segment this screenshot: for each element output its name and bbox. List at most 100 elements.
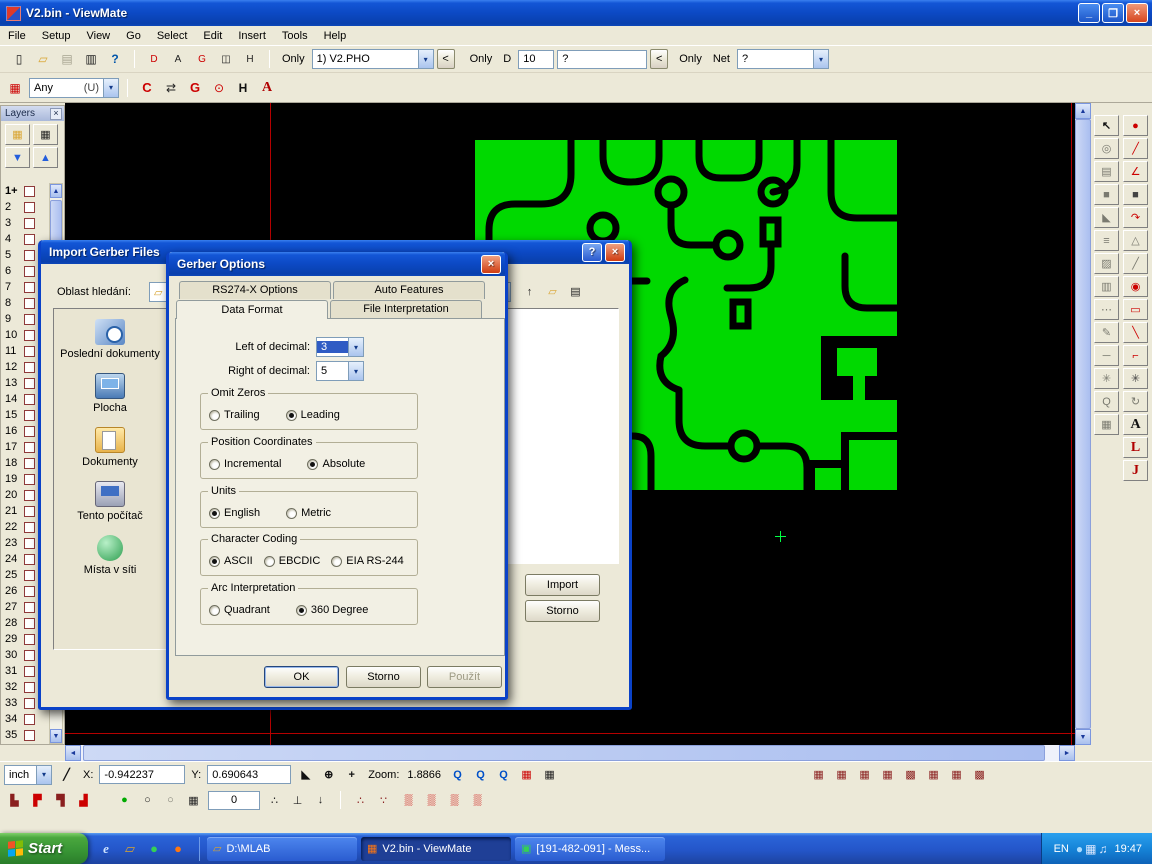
ie-icon[interactable]: e (96, 839, 116, 859)
layer-combo[interactable]: 1) V2.PHO ▾ (312, 49, 434, 69)
pattern-icon[interactable]: ▥ (1094, 276, 1119, 297)
menu-go[interactable]: Go (118, 28, 149, 44)
quick-folder-icon[interactable]: ▱ (120, 839, 140, 859)
views-icon[interactable]: ▤ (565, 282, 586, 301)
radio-english[interactable]: English (209, 507, 260, 519)
menu-setup[interactable]: Setup (34, 28, 79, 44)
zoom-circle-icon[interactable]: ◎ (1094, 138, 1119, 159)
letter-a-icon[interactable]: A (256, 77, 278, 98)
radio-button-icon[interactable] (209, 605, 220, 616)
dialog-close-button[interactable]: × (481, 255, 501, 274)
layer-color-swatch[interactable] (24, 282, 35, 293)
new-folder-icon[interactable]: ▱ (542, 282, 563, 301)
quad-2-icon[interactable]: ▛ (27, 791, 48, 810)
radio-360-degree[interactable]: 360 Degree (296, 604, 369, 616)
quad-1-icon[interactable]: ▙ (4, 791, 25, 810)
start-button[interactable]: Start (0, 833, 88, 864)
layer-color-swatch[interactable] (24, 714, 35, 725)
scroll-track[interactable] (1075, 119, 1091, 729)
tab-file-interpretation[interactable]: File Interpretation (330, 300, 482, 319)
only-dcode-toggle[interactable]: Only (470, 53, 493, 65)
menu-tools[interactable]: Tools (274, 28, 316, 44)
dashed-rect-icon[interactable]: ▭ (1123, 299, 1148, 320)
ruler-diag-icon[interactable]: ╱ (56, 765, 77, 784)
slope-icon[interactable]: ◣ (295, 765, 316, 784)
letter-c-icon[interactable]: C (136, 77, 158, 98)
layer-row-3[interactable]: 3 (1, 215, 49, 231)
filled-square-icon[interactable]: ■ (1123, 184, 1148, 205)
radio-button-icon[interactable] (286, 410, 297, 421)
segment-icon[interactable]: ╲ (1123, 322, 1148, 343)
layer-color-swatch[interactable] (24, 234, 35, 245)
radio-leading[interactable]: Leading (286, 409, 340, 421)
layer-color-swatch[interactable] (24, 442, 35, 453)
layers-panel-close-icon[interactable]: × (50, 108, 62, 120)
record-dot-icon[interactable]: ● (1123, 115, 1148, 136)
pencil-icon[interactable]: ✎ (1094, 322, 1119, 343)
cursor-icon[interactable]: ↖ (1094, 115, 1119, 136)
pad-grid-5-icon[interactable]: ▦ (923, 765, 944, 784)
import-button[interactable]: Import (525, 574, 600, 596)
layer-prev-button[interactable]: < (437, 49, 455, 69)
polyline-icon[interactable]: ⌐ (1123, 345, 1148, 366)
place-desktop[interactable]: Plocha (54, 373, 166, 414)
layer-color-swatch[interactable] (24, 250, 35, 261)
star-icon[interactable]: ✳ (1094, 368, 1119, 389)
menu-file[interactable]: File (0, 28, 34, 44)
layer-color-swatch[interactable] (24, 570, 35, 581)
layer-color-swatch[interactable] (24, 410, 35, 421)
storno-button[interactable]: Storno (346, 666, 421, 688)
anchor-down-icon[interactable]: ⊥ (287, 791, 308, 810)
traffic-light-icon[interactable]: ● (114, 791, 135, 810)
swap-squares-icon[interactable]: ⇄ (160, 77, 182, 98)
layer-color-swatch[interactable] (24, 602, 35, 613)
layer-down-icon[interactable]: ▼ (5, 147, 30, 168)
red-grid-1-icon[interactable]: ▒ (398, 791, 419, 810)
radio-absolute[interactable]: Absolute (307, 458, 365, 470)
scroll-up-icon[interactable]: ▲ (1075, 103, 1091, 119)
zoom-grid-icon[interactable]: Q (493, 765, 514, 784)
scroll-thumb[interactable] (83, 745, 1045, 761)
layer-color-swatch[interactable] (24, 298, 35, 309)
layer-color-swatch[interactable] (24, 474, 35, 485)
layer-row-34[interactable]: 34 (1, 711, 49, 727)
up-folder-icon[interactable]: ↑ (519, 282, 540, 301)
chevron-down-icon[interactable]: ▾ (36, 766, 51, 784)
layer-row-35[interactable]: 35 (1, 727, 49, 743)
mirror-tri-icon[interactable]: △ (1123, 230, 1148, 251)
layer-color-swatch[interactable] (24, 218, 35, 229)
only-layer-toggle[interactable]: Only (282, 53, 305, 65)
tray-network-icon[interactable]: ● (1076, 842, 1083, 856)
layer-color-swatch[interactable] (24, 378, 35, 389)
layer-color-swatch[interactable] (24, 554, 35, 565)
language-indicator[interactable]: EN (1054, 843, 1069, 855)
red-grid-3-icon[interactable]: ▒ (444, 791, 465, 810)
filter-a-icon[interactable]: A (167, 49, 189, 70)
layer-color-swatch[interactable] (24, 730, 35, 741)
only-net-toggle[interactable]: Only (679, 53, 702, 65)
table-colored-icon[interactable]: ▦ (516, 765, 537, 784)
menu-view[interactable]: View (78, 28, 118, 44)
grid-mode-icon[interactable]: ▦ (4, 77, 26, 98)
letter-l-tool-icon[interactable]: L (1123, 437, 1148, 458)
pad-grid-4-icon[interactable]: ▦ (877, 765, 898, 784)
dots-icon[interactable]: ⋯ (1094, 299, 1119, 320)
swap-circle-icon[interactable]: ⊙ (208, 77, 230, 98)
net-prev-button[interactable]: < (650, 49, 668, 69)
layer-color-swatch[interactable] (24, 426, 35, 437)
layer-grid-a-icon[interactable]: ▦ (5, 124, 30, 145)
radio-button-icon[interactable] (209, 508, 220, 519)
layer-color-swatch[interactable] (24, 506, 35, 517)
scroll-thumb[interactable] (1075, 119, 1091, 729)
hatch-icon[interactable]: ▨ (1094, 253, 1119, 274)
letter-g-icon[interactable]: G (184, 77, 206, 98)
rotate-icon[interactable]: ↻ (1123, 391, 1148, 412)
grid-plain-icon[interactable]: ▦ (183, 791, 204, 810)
dcode-query-field[interactable]: ? (557, 50, 647, 69)
filter-pair-icon[interactable]: ◫ (215, 49, 237, 70)
layer-color-swatch[interactable] (24, 522, 35, 533)
layer-row-2[interactable]: 2 (1, 199, 49, 215)
layer-color-swatch[interactable] (24, 538, 35, 549)
letter-a-tool-icon[interactable]: A (1123, 414, 1148, 435)
list-tool-icon[interactable]: ▤ (1094, 161, 1119, 182)
